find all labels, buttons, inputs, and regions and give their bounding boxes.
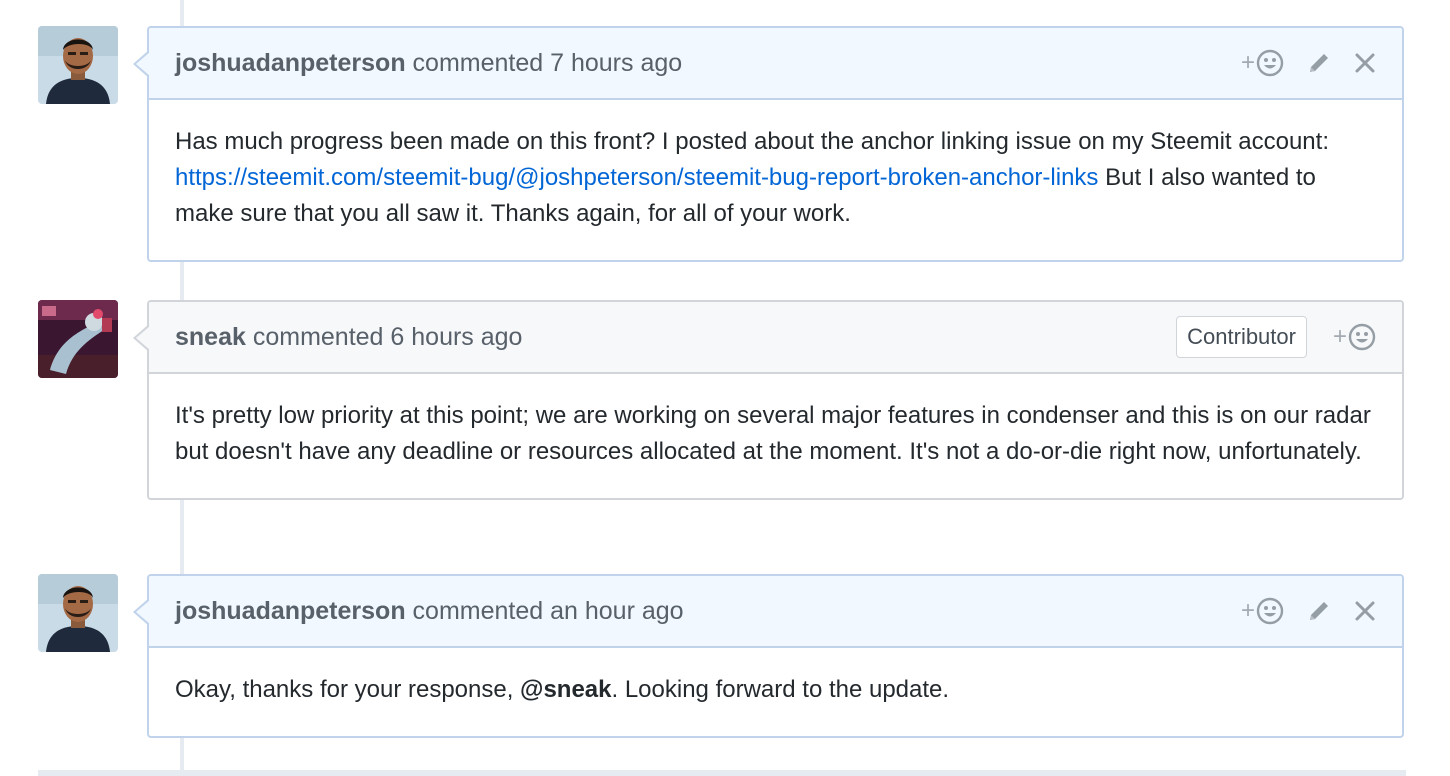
comment-action: commented (252, 323, 384, 351)
comment-meta: joshuadanpeterson commented an hour ago (175, 576, 684, 646)
comment-header: joshuadanpeterson commented 7 hours ago … (133, 28, 1402, 100)
comment-author-link[interactable]: sneak (175, 323, 246, 351)
pencil-icon (1310, 54, 1328, 72)
avatar[interactable] (38, 26, 118, 104)
delete-comment-button[interactable] (1354, 600, 1376, 622)
comment-body: Okay, thanks for your response, @sneak. … (175, 676, 950, 703)
comment-box: joshuadanpeterson commented 7 hours ago … (133, 26, 1404, 262)
add-reaction-button[interactable]: + (1241, 597, 1284, 625)
comment-meta: joshuadanpeterson commented 7 hours ago (175, 28, 682, 98)
plus-icon: + (1240, 597, 1255, 624)
comment-actions: + (1215, 28, 1376, 98)
discussion-timeline: joshuadanpeterson commented 7 hours ago … (0, 0, 1450, 776)
pencil-icon (1310, 602, 1328, 620)
contributor-badge: Contributor (1176, 316, 1307, 358)
avatar-image (38, 574, 118, 652)
add-reaction-button[interactable]: + (1241, 49, 1284, 77)
comment-body: Has much progress been made on this fron… (175, 128, 1329, 227)
comment-actions: Contributor + (1176, 302, 1376, 372)
comment-timestamp-link[interactable]: 7 hours ago (550, 49, 682, 77)
timeline-bottom-divider (38, 770, 1406, 776)
smiley-icon (1256, 49, 1284, 77)
close-icon (1355, 601, 1375, 621)
smiley-icon (1256, 597, 1284, 625)
comment-action: commented (412, 597, 544, 625)
edit-comment-button[interactable] (1306, 50, 1332, 76)
comment-author-link[interactable]: joshuadanpeterson (175, 597, 406, 625)
edit-comment-button[interactable] (1306, 598, 1332, 624)
comment-action: commented (412, 49, 544, 77)
comment-header: joshuadanpeterson commented an hour ago … (133, 576, 1402, 648)
comment-body: It's pretty low priority at this point; … (175, 402, 1371, 465)
plus-icon: + (1332, 323, 1347, 350)
avatar[interactable] (38, 300, 118, 378)
smiley-icon (1348, 323, 1376, 351)
comment-box: sneak commented 6 hours ago Contributor … (133, 300, 1404, 500)
user-mention-link[interactable]: @sneak (520, 676, 611, 703)
plus-icon: + (1240, 49, 1255, 76)
add-reaction-button[interactable]: + (1333, 323, 1376, 351)
close-icon (1355, 53, 1375, 73)
avatar-image (38, 26, 118, 104)
comment-header: sneak commented 6 hours ago Contributor … (133, 302, 1402, 374)
comment-timestamp-link[interactable]: 6 hours ago (390, 323, 522, 351)
comment-timestamp-link[interactable]: an hour ago (550, 597, 683, 625)
comment-actions: + (1215, 576, 1376, 646)
delete-comment-button[interactable] (1354, 52, 1376, 74)
comment-meta: sneak commented 6 hours ago (175, 302, 522, 372)
avatar[interactable] (38, 574, 118, 652)
comment-author-link[interactable]: joshuadanpeterson (175, 49, 406, 77)
avatar-image (38, 300, 118, 378)
steemit-link[interactable]: https://steemit.com/steemit-bug/@joshpet… (175, 164, 1098, 191)
comment-box: joshuadanpeterson commented an hour ago … (133, 574, 1404, 738)
